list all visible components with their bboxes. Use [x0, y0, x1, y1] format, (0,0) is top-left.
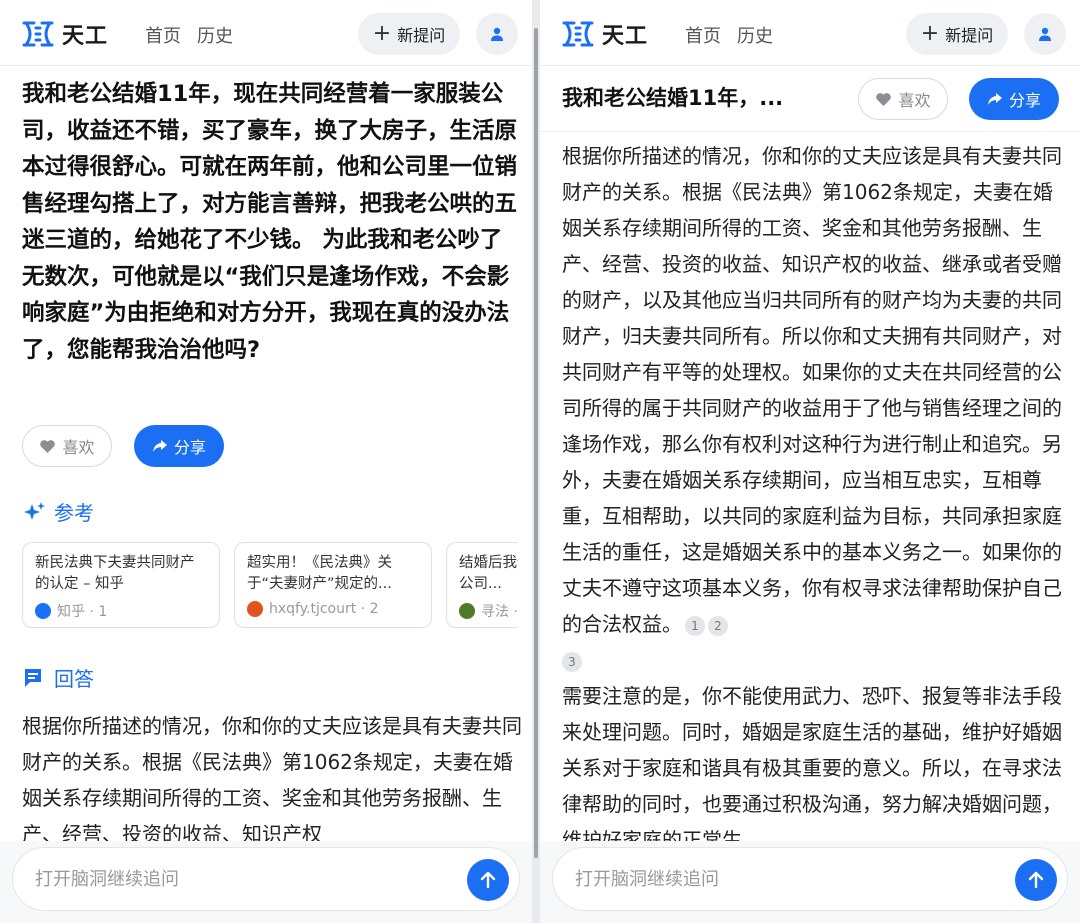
- top-bar: 天工 首页 历史 + 新提问: [0, 0, 532, 66]
- reference-title: 超实用！《民法典》关于“夫妻财产”规定的...: [247, 555, 392, 592]
- user-avatar-button[interactable]: [476, 13, 518, 55]
- answer-paragraph-2: 需要注意的是，你不能使用武力、恐吓、报复等非法手段来处理问题。同时，婚姻是家庭生…: [562, 684, 1062, 852]
- reference-title: 新民法典下夫妻共同财产的认定 – 知乎: [35, 555, 195, 592]
- like-button[interactable]: 喜欢: [858, 78, 948, 120]
- like-label: 喜欢: [898, 91, 931, 110]
- reference-source: hxqfy.tjcourt · 2: [247, 601, 419, 617]
- logo[interactable]: 天工: [22, 18, 108, 50]
- user-icon: [491, 27, 503, 41]
- input-bar: [0, 841, 532, 923]
- new-question-label: 新提问: [397, 26, 446, 45]
- answer-paragraph-1: 根据你所描述的情况，你和你的丈夫应该是具有夫妻共同财产的关系。根据《民法典》第1…: [562, 138, 1062, 678]
- right-panel: 天工 首页 历史 + 新提问 我和老公结婚11年，... 喜欢 分享 根据你所描…: [540, 0, 1080, 923]
- reference-source-label: 寻法 · 3: [481, 604, 518, 620]
- send-button[interactable]: [467, 859, 509, 901]
- nav-home[interactable]: 首页: [685, 22, 721, 48]
- arrow-up-icon: [480, 871, 496, 889]
- new-question-button[interactable]: + 新提问: [906, 13, 1008, 55]
- brand-name: 天工: [602, 24, 649, 49]
- like-label: 喜欢: [62, 438, 95, 457]
- followup-input-box: [552, 847, 1068, 911]
- reference-card[interactable]: 新民法典下夫妻共同财产的认定 – 知乎 知乎 · 1: [22, 542, 220, 628]
- left-panel: 天工 首页 历史 + 新提问 我和老公结婚11年，现在共同经营着一家服装公司，收…: [0, 0, 532, 923]
- zhihu-icon: [35, 603, 51, 619]
- share-arrow-icon: [152, 440, 167, 452]
- followup-input[interactable]: [35, 868, 519, 890]
- share-label: 分享: [173, 438, 206, 457]
- reference-source: 寻法 · 3: [459, 601, 518, 621]
- reference-source-label: hxqfy.tjcourt · 2: [269, 601, 379, 617]
- reference-source: 知乎 · 1: [35, 601, 207, 621]
- citation-badge[interactable]: 3: [562, 651, 582, 672]
- panel-divider: [532, 0, 540, 923]
- xunfa-icon: [459, 603, 475, 619]
- arrow-up-icon: [1028, 871, 1044, 889]
- plus-icon: +: [372, 21, 392, 46]
- answer-title: 回答: [54, 667, 94, 691]
- references-title: 参考: [54, 501, 94, 525]
- court-icon: [247, 601, 263, 617]
- heart-icon: [876, 92, 892, 106]
- references-list: 新民法典下夫妻共同财产的认定 – 知乎 知乎 · 1 超实用！《民法典》关于“夫…: [22, 542, 518, 630]
- split-screen: 天工 首页 历史 + 新提问 我和老公结婚11年，现在共同经营着一家服装公司，收…: [0, 0, 1080, 923]
- share-button[interactable]: 分享: [969, 78, 1059, 120]
- top-bar: 天工 首页 历史 + 新提问: [540, 0, 1080, 66]
- reference-title: 结婚后我们共同经营这家公司...: [459, 555, 518, 592]
- question-actions: 喜欢 分享: [22, 425, 224, 467]
- nav-history[interactable]: 历史: [737, 22, 773, 48]
- reference-source-label: 知乎 · 1: [57, 604, 108, 620]
- followup-input[interactable]: [575, 868, 1067, 890]
- input-bar: [540, 841, 1080, 923]
- plus-icon: +: [920, 21, 940, 46]
- reference-card[interactable]: 结婚后我们共同经营这家公司... 寻法 · 3: [446, 542, 518, 628]
- followup-input-box: [12, 847, 520, 911]
- nav-home[interactable]: 首页: [145, 22, 181, 48]
- share-button[interactable]: 分享: [134, 425, 224, 467]
- question-text: 我和老公结婚11年，现在共同经营着一家服装公司，收益还不错，买了豪车，换了大房子…: [22, 81, 518, 363]
- question-title-short: 我和老公结婚11年，...: [562, 86, 784, 110]
- chat-bubble-icon: [25, 668, 41, 687]
- user-icon: [1039, 27, 1051, 41]
- user-avatar-button[interactable]: [1024, 13, 1066, 55]
- heart-icon: [40, 439, 56, 453]
- sparkle-icon: [24, 501, 45, 520]
- tiangong-logo-icon: [22, 21, 54, 47]
- share-arrow-icon: [987, 93, 1002, 105]
- share-label: 分享: [1008, 91, 1041, 110]
- answer-text: 根据你所描述的情况，你和你的丈夫应该是具有夫妻共同财产的关系。根据《民法典》第1…: [22, 714, 522, 846]
- logo[interactable]: 天工: [562, 18, 648, 50]
- like-button[interactable]: 喜欢: [22, 425, 112, 467]
- new-question-button[interactable]: + 新提问: [358, 13, 460, 55]
- tiangong-logo-icon: [562, 21, 594, 47]
- citation-badge[interactable]: 2: [708, 615, 728, 636]
- references-header: 参考: [22, 497, 94, 526]
- sticky-question-bar: 我和老公结婚11年，... 喜欢 分享: [540, 66, 1080, 132]
- answer-paragraph-1-text: 根据你所描述的情况，你和你的丈夫应该是具有夫妻共同财产的关系。根据《民法典》第1…: [562, 144, 1062, 636]
- scrollbar[interactable]: [534, 28, 538, 858]
- reference-card[interactable]: 超实用！《民法典》关于“夫妻财产”规定的... hxqfy.tjcourt · …: [234, 542, 432, 628]
- citation-badge[interactable]: 1: [685, 615, 705, 636]
- nav-history[interactable]: 历史: [197, 22, 233, 48]
- brand-name: 天工: [62, 24, 109, 49]
- new-question-label: 新提问: [945, 26, 994, 45]
- answer-header: 回答: [22, 663, 94, 692]
- send-button[interactable]: [1015, 859, 1057, 901]
- nav: 首页 历史: [145, 22, 233, 48]
- nav: 首页 历史: [685, 22, 773, 48]
